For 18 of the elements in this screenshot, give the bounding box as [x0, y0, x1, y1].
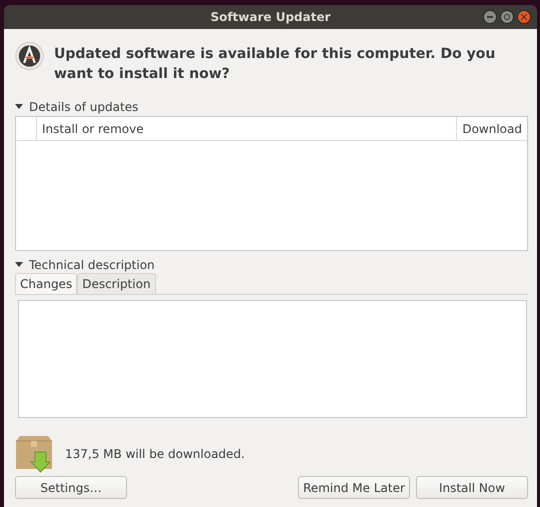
expander-label[interactable]: Details of updates — [29, 100, 138, 114]
close-button[interactable] — [517, 10, 531, 24]
download-size-text: 137,5 MB will be downloaded. — [65, 447, 245, 461]
window-title: Software Updater — [210, 10, 331, 24]
dialog-button[interactable]: Remind Me Later — [298, 476, 410, 499]
column-header[interactable]: Install or remove — [36, 117, 456, 140]
expander-arrow-icon[interactable] — [15, 261, 23, 269]
maximize-button[interactable] — [500, 10, 514, 24]
update-question: Updated software is available for this computer. Do you want to install it now? — [54, 45, 496, 84]
settings-button[interactable]: Settings… — [15, 476, 127, 499]
tab[interactable]: Description — [77, 273, 156, 294]
dialog-button[interactable]: Install Now — [416, 476, 528, 499]
expander-label[interactable]: Technical description — [29, 258, 155, 272]
tab[interactable]: Changes — [15, 273, 78, 294]
minimize-button[interactable] — [483, 10, 497, 24]
expander-arrow-icon[interactable] — [15, 103, 23, 111]
column-header[interactable]: Download — [456, 117, 527, 140]
package-download-icon — [15, 435, 53, 473]
